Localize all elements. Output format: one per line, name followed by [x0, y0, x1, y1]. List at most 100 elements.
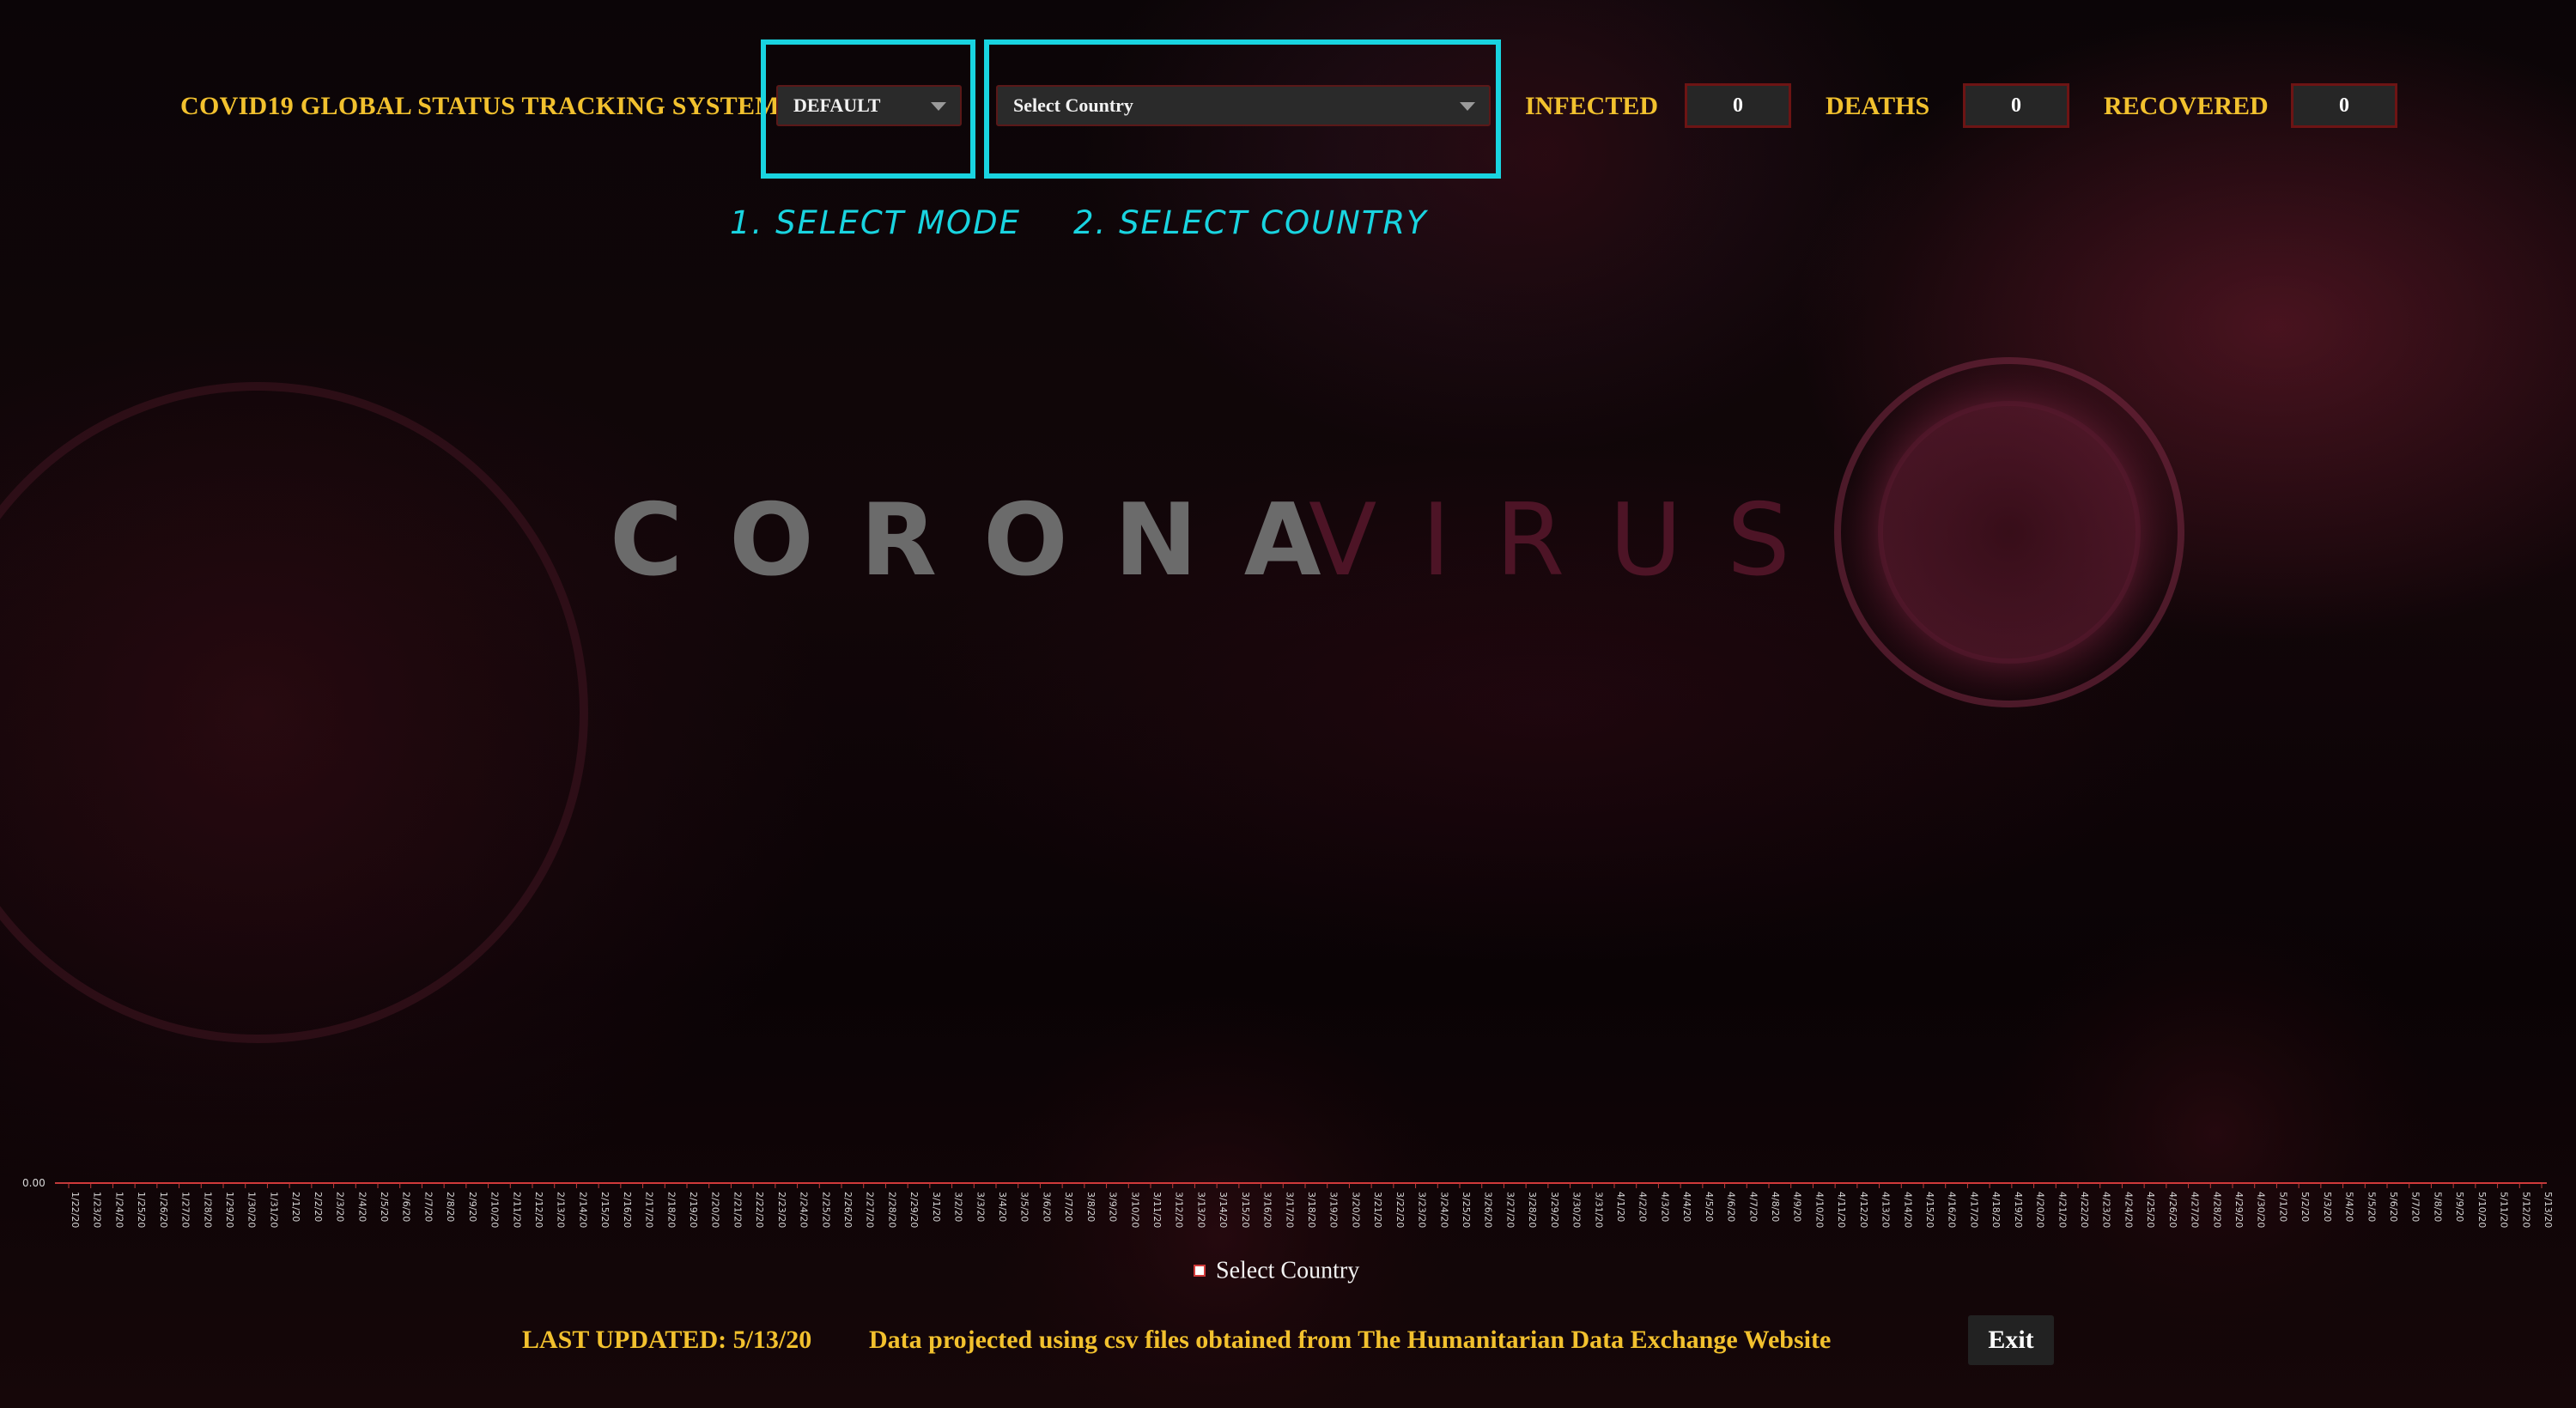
x-tick-label: 5/13/20	[2543, 1192, 2554, 1228]
x-tick-label: 1/24/20	[113, 1192, 125, 1228]
x-tick-label: 2/1/20	[290, 1192, 301, 1222]
x-tick-label: 4/14/20	[1902, 1192, 1913, 1228]
x-tick-label: 4/13/20	[1880, 1192, 1892, 1228]
x-tick-label: 2/22/20	[754, 1192, 765, 1228]
x-tick-label: 3/10/20	[1129, 1192, 1140, 1228]
x-tick-label: 1/31/20	[268, 1192, 279, 1228]
x-tick-label: 2/5/20	[379, 1192, 390, 1222]
x-tick-label: 4/2/20	[1637, 1192, 1649, 1222]
x-tick-label: 3/17/20	[1284, 1192, 1295, 1228]
x-tick-label: 4/10/20	[1814, 1192, 1825, 1228]
x-tick-label: 2/19/20	[688, 1192, 699, 1228]
x-tick-label: 2/15/20	[599, 1192, 611, 1228]
chevron-down-icon	[931, 102, 946, 111]
x-tick-label: 4/19/20	[2013, 1192, 2024, 1228]
x-tick-label: 3/26/20	[1483, 1192, 1494, 1228]
x-tick-label: 3/29/20	[1549, 1192, 1560, 1228]
x-tick-label: 4/15/20	[1924, 1192, 1935, 1228]
banner-virus: VIRUS	[1309, 482, 1835, 598]
x-tick-label: 2/3/20	[335, 1192, 346, 1222]
x-tick-label: 4/12/20	[1858, 1192, 1869, 1228]
step-select-mode: 1. SELECT MODE	[730, 204, 1022, 241]
x-tick-label: 3/22/20	[1394, 1192, 1406, 1228]
x-tick-label: 3/8/20	[1085, 1192, 1097, 1222]
x-tick-label: 3/25/20	[1461, 1192, 1472, 1228]
x-tick-label: 4/16/20	[1947, 1192, 1958, 1228]
x-tick-label: 1/27/20	[180, 1192, 191, 1228]
x-tick-label: 4/7/20	[1747, 1192, 1759, 1222]
x-tick-label: 4/26/20	[2167, 1192, 2178, 1228]
infected-count: 0	[1685, 83, 1791, 128]
x-tick-label: 5/6/20	[2388, 1192, 2399, 1222]
app-title: COVID19 GLOBAL STATUS TRACKING SYSTEM	[180, 92, 780, 120]
step-select-country: 2. SELECT COUNTRY	[1073, 204, 1428, 241]
x-tick-label: 4/30/20	[2256, 1192, 2267, 1228]
x-tick-label: 2/21/20	[732, 1192, 743, 1228]
x-tick-label: 5/4/20	[2344, 1192, 2355, 1222]
x-tick-label: 2/6/20	[401, 1192, 412, 1222]
x-tick-label: 3/21/20	[1372, 1192, 1383, 1228]
x-tick-label: 4/21/20	[2057, 1192, 2068, 1228]
x-tick-label: 4/25/20	[2145, 1192, 2156, 1228]
x-tick-label: 4/27/20	[2190, 1192, 2201, 1228]
x-tick-label: 5/5/20	[2366, 1192, 2377, 1222]
x-tick-label: 2/4/20	[356, 1192, 368, 1222]
country-dropdown[interactable]: Select Country	[996, 85, 1491, 126]
x-tick-label: 2/24/20	[799, 1192, 810, 1228]
x-tick-label: 4/9/20	[1792, 1192, 1803, 1222]
x-tick-label: 4/3/20	[1659, 1192, 1670, 1222]
chart-legend: Select Country	[1194, 1255, 1359, 1286]
mode-dropdown[interactable]: DEFAULT	[776, 85, 962, 126]
x-tick-label: 4/18/20	[1990, 1192, 2002, 1228]
x-tick-label: 4/17/20	[1968, 1192, 1979, 1228]
x-tick-label: 2/17/20	[644, 1192, 655, 1228]
x-tick-label: 2/2/20	[313, 1192, 324, 1222]
x-tick-label: 4/6/20	[1726, 1192, 1737, 1222]
x-tick-label: 1/28/20	[202, 1192, 213, 1228]
x-tick-label: 3/15/20	[1240, 1192, 1251, 1228]
data-source-note: Data projected using csv files obtained …	[869, 1326, 1832, 1354]
x-tick-label: 2/16/20	[622, 1192, 633, 1228]
x-tick-label: 3/3/20	[975, 1192, 986, 1222]
x-tick-label: 2/9/20	[467, 1192, 478, 1222]
deaths-count: 0	[1963, 83, 2069, 128]
x-tick-label: 2/29/20	[908, 1192, 920, 1228]
banner-corona: CORONA	[610, 482, 1368, 598]
x-tick-label: 3/5/20	[1019, 1192, 1030, 1222]
x-tick-label: 2/18/20	[665, 1192, 677, 1228]
infected-label: INFECTED	[1525, 92, 1659, 120]
x-tick-label: 5/3/20	[2322, 1192, 2333, 1222]
x-tick-label: 3/27/20	[1504, 1192, 1516, 1228]
x-tick-label: 3/24/20	[1438, 1192, 1449, 1228]
x-tick-label: 2/20/20	[710, 1192, 721, 1228]
x-tick-label: 5/2/20	[2300, 1192, 2311, 1222]
recovered-label: RECOVERED	[2104, 92, 2269, 120]
x-tick-label: 3/2/20	[953, 1192, 964, 1222]
x-tick-label: 3/11/20	[1151, 1192, 1163, 1228]
exit-button[interactable]: Exit	[1968, 1315, 2054, 1365]
x-tick-label: 3/1/20	[931, 1192, 942, 1222]
x-tick-label: 2/28/20	[886, 1192, 897, 1228]
x-tick-label: 5/12/20	[2520, 1192, 2531, 1228]
x-tick-label: 4/5/20	[1704, 1192, 1715, 1222]
x-tick-label: 4/28/20	[2211, 1192, 2222, 1228]
x-tick-label: 1/22/20	[70, 1192, 81, 1228]
last-updated-text: LAST UPDATED: 5/13/20	[522, 1326, 812, 1354]
x-tick-label: 3/19/20	[1328, 1192, 1340, 1228]
x-tick-label: 4/8/20	[1770, 1192, 1781, 1222]
x-tick-label: 4/22/20	[2079, 1192, 2090, 1228]
x-tick-label: 2/7/20	[422, 1192, 434, 1222]
x-tick-label: 3/4/20	[997, 1192, 1008, 1222]
x-tick-label: 5/9/20	[2454, 1192, 2465, 1222]
legend-series-label: Select Country	[1216, 1257, 1360, 1284]
x-tick-label: 4/24/20	[2123, 1192, 2134, 1228]
chevron-down-icon	[1460, 102, 1475, 111]
recovered-count: 0	[2291, 83, 2397, 128]
x-tick-label: 4/11/20	[1836, 1192, 1847, 1228]
x-tick-label: 3/28/20	[1527, 1192, 1538, 1228]
x-tick-label: 5/10/20	[2476, 1192, 2488, 1228]
x-tick-label: 3/20/20	[1350, 1192, 1361, 1228]
y-tick-label: 0.00	[22, 1177, 46, 1189]
x-tick-label: 1/25/20	[136, 1192, 147, 1228]
x-tick-label: 3/14/20	[1218, 1192, 1229, 1228]
